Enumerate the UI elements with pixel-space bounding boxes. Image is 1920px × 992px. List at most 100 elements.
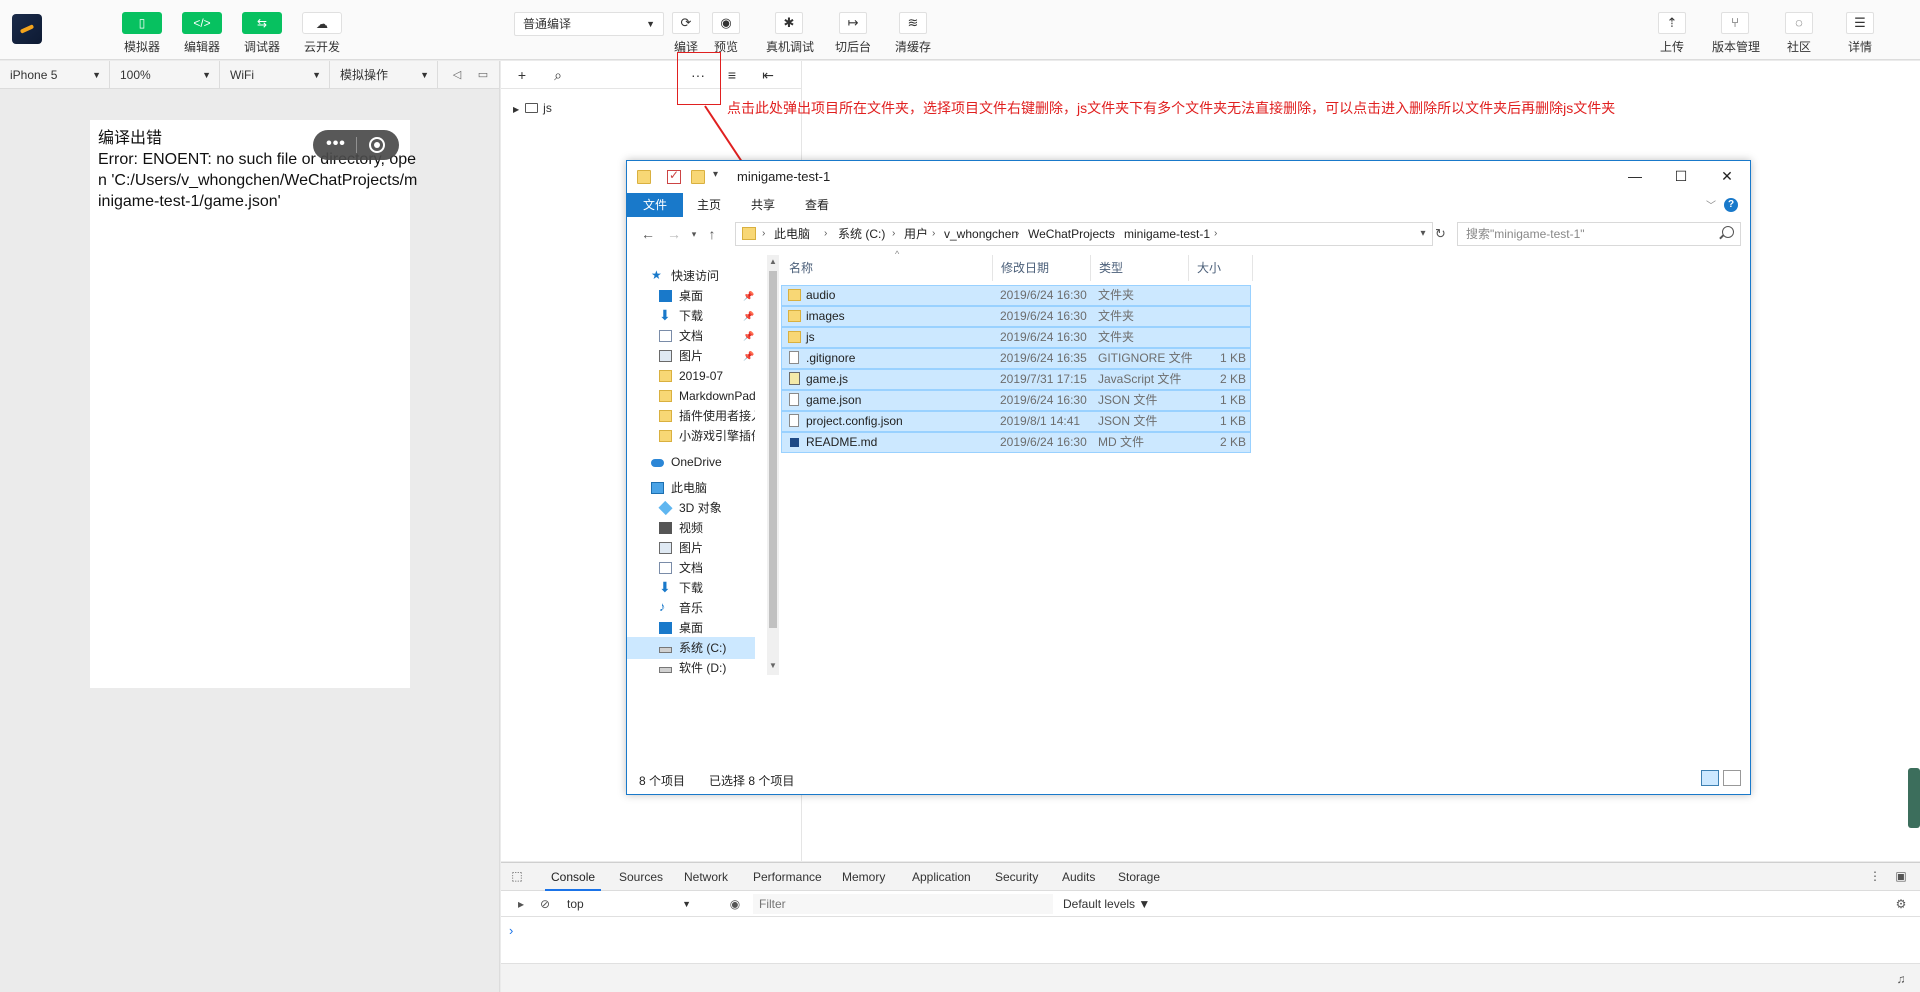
cloud-dev-button[interactable]: ☁ 云开发 [292, 12, 352, 55]
breadcrumb-users[interactable]: 用户 [904, 223, 928, 245]
nav-item-drive-d[interactable]: 软件 (D:) [627, 657, 755, 679]
sidebar-toggle-icon[interactable]: ▸ [513, 896, 529, 912]
sort-icon[interactable]: ≡ [723, 67, 741, 83]
nav-item-folder[interactable]: 插件使用者接入 [627, 405, 755, 427]
nav-item-onedrive[interactable]: OneDrive [627, 451, 755, 473]
popout-icon[interactable]: ▭ [475, 67, 491, 83]
new-folder-icon[interactable] [691, 170, 705, 184]
file-row[interactable]: images 2019/6/24 16:30 文件夹 [781, 306, 1251, 327]
kebab-menu-icon[interactable]: ⋮ [1867, 868, 1883, 884]
refresh-icon[interactable]: ↻ [1435, 226, 1446, 242]
collapse-icon[interactable]: ⇤ [759, 67, 777, 83]
ribbon-tab-view[interactable]: 查看 [791, 193, 843, 217]
large-icons-view-icon[interactable] [1723, 770, 1741, 786]
scroll-down-icon[interactable]: ▼ [769, 661, 777, 670]
dock-icon[interactable]: ▣ [1893, 868, 1909, 884]
navigation-scrollbar[interactable]: ▲ ▼ [767, 255, 779, 675]
address-bar[interactable]: › 此电脑 › 系统 (C:) › 用户 › v_whongchen › WeC… [735, 222, 1433, 246]
search-icon[interactable]: ⌕ [549, 67, 567, 83]
add-file-icon[interactable]: + [513, 67, 531, 83]
nav-item-downloads[interactable]: ⬇ 下载 📌 [627, 305, 755, 327]
nav-item-3d-objects[interactable]: 3D 对象 [627, 497, 755, 519]
close-icon[interactable]: ✕ [1704, 161, 1750, 191]
explorer-title-bar[interactable]: ▾ minigame-test-1 — ☐ ✕ [627, 161, 1750, 193]
compile-mode-select[interactable]: 普通编译 ▼ [514, 12, 664, 36]
community-button[interactable]: ◌ 社区 [1776, 12, 1822, 55]
nav-item-desktop[interactable]: 桌面 [627, 617, 755, 639]
column-header-size[interactable]: 大小 [1189, 255, 1253, 281]
breadcrumb-user[interactable]: v_whongchen [944, 223, 1018, 245]
minimize-icon[interactable]: — [1612, 161, 1658, 191]
nav-item-folder[interactable]: MarkdownPad [627, 385, 755, 407]
tab-network[interactable]: Network [678, 863, 734, 891]
ribbon-tab-home[interactable]: 主页 [683, 193, 735, 217]
nav-item-drive-c[interactable]: 系统 (C:) [627, 637, 755, 659]
scrollbar-thumb[interactable] [769, 271, 777, 628]
file-row[interactable]: js 2019/6/24 16:30 文件夹 [781, 327, 1251, 348]
editor-button[interactable]: </> 编辑器 [172, 12, 232, 55]
eye-icon[interactable]: ◉ [727, 896, 743, 912]
nav-item-folder[interactable]: 小游戏引擎插件 [627, 425, 755, 447]
maximize-icon[interactable]: ☐ [1658, 161, 1704, 191]
scroll-up-icon[interactable]: ▲ [769, 257, 777, 266]
inspect-element-icon[interactable]: ⬚ [509, 868, 525, 884]
mute-icon[interactable]: ◁ [449, 67, 465, 83]
tab-console[interactable]: Console [545, 863, 602, 891]
properties-icon[interactable] [667, 168, 681, 184]
context-select[interactable]: top ▼ [567, 894, 697, 914]
ribbon-tab-share[interactable]: 共享 [737, 193, 789, 217]
more-dots-icon[interactable]: ••• [321, 134, 351, 154]
upload-button[interactable]: ⇡ 上传 [1649, 12, 1695, 55]
bell-icon[interactable]: ♫ [1893, 971, 1909, 987]
file-row[interactable]: project.config.json 2019/8/1 14:41 JSON 文件… [781, 411, 1251, 432]
tab-sources[interactable]: Sources [613, 863, 669, 891]
zoom-select[interactable]: 100% ▼ [110, 61, 220, 89]
breadcrumb-drive-c[interactable]: 系统 (C:) [838, 223, 885, 245]
nav-item-desktop[interactable]: 桌面 📌 [627, 285, 755, 307]
nav-item-downloads[interactable]: ⬇ 下载 [627, 577, 755, 599]
nav-item-documents[interactable]: 文档 📌 [627, 325, 755, 347]
device-select[interactable]: iPhone 5 ▼ [0, 61, 110, 89]
file-row[interactable]: README.md 2019/6/24 16:30 MD 文件 2 KB [781, 432, 1251, 453]
close-circle-icon[interactable] [369, 137, 385, 153]
nav-item-music[interactable]: ♪ 音乐 [627, 597, 755, 619]
expand-ribbon-icon[interactable]: ﹀ [1706, 197, 1716, 212]
console-filter-input[interactable] [753, 894, 1053, 914]
column-header-date[interactable]: 修改日期 [993, 255, 1091, 281]
back-arrow-icon[interactable]: ← [639, 225, 657, 243]
breadcrumb-this-pc[interactable]: 此电脑 [774, 223, 810, 245]
tree-folder-js[interactable]: ▶ js [513, 101, 552, 115]
version-manage-button[interactable]: ⑂ 版本管理 [1712, 12, 1760, 55]
simulate-operation-select[interactable]: 模拟操作 ▼ [330, 61, 438, 89]
nav-item-quick-access[interactable]: ★ 快速访问 [627, 265, 755, 287]
clear-console-icon[interactable]: ⊘ [537, 896, 553, 912]
details-view-icon[interactable] [1701, 770, 1719, 786]
preview-button[interactable]: ◉ 预览 [703, 12, 749, 55]
tab-storage[interactable]: Storage [1112, 863, 1166, 891]
nav-item-videos[interactable]: 视频 [627, 517, 755, 539]
file-row[interactable]: .gitignore 2019/6/24 16:35 GITIGNORE 文件 1 K… [781, 348, 1251, 369]
log-levels-select[interactable]: Default levels ▼ [1063, 894, 1150, 914]
console-prompt[interactable]: › [509, 923, 513, 938]
nav-item-folder[interactable]: 2019-07 [627, 365, 755, 387]
network-select[interactable]: WiFi ▼ [220, 61, 330, 89]
forward-arrow-icon[interactable]: → [665, 225, 683, 243]
background-button[interactable]: ↦ 切后台 [830, 12, 876, 55]
simulator-button[interactable]: ▯ 模拟器 [112, 12, 172, 55]
clear-cache-button[interactable]: ≋ 清缓存 [890, 12, 936, 55]
file-row[interactable]: game.js 2019/7/31 17:15 JavaScript 文件 2 KB [781, 369, 1251, 390]
nav-item-documents[interactable]: 文档 [627, 557, 755, 579]
chevron-down-icon[interactable]: ▾ [1416, 223, 1430, 245]
gear-icon[interactable]: ⚙ [1893, 896, 1909, 912]
file-row[interactable]: audio 2019/6/24 16:30 文件夹 [781, 285, 1251, 306]
column-header-name[interactable]: 名称 [781, 255, 993, 281]
recent-locations-icon[interactable]: ▾ [685, 225, 703, 243]
tab-memory[interactable]: Memory [836, 863, 891, 891]
real-device-debug-button[interactable]: ✱ 真机调试 [766, 12, 814, 55]
column-header-type[interactable]: 类型 [1091, 255, 1189, 281]
tab-performance[interactable]: Performance [747, 863, 828, 891]
tab-application[interactable]: Application [906, 863, 977, 891]
nav-item-pictures[interactable]: 图片 [627, 537, 755, 559]
details-button[interactable]: ☰ 详情 [1837, 12, 1883, 55]
nav-item-pictures[interactable]: 图片 📌 [627, 345, 755, 367]
